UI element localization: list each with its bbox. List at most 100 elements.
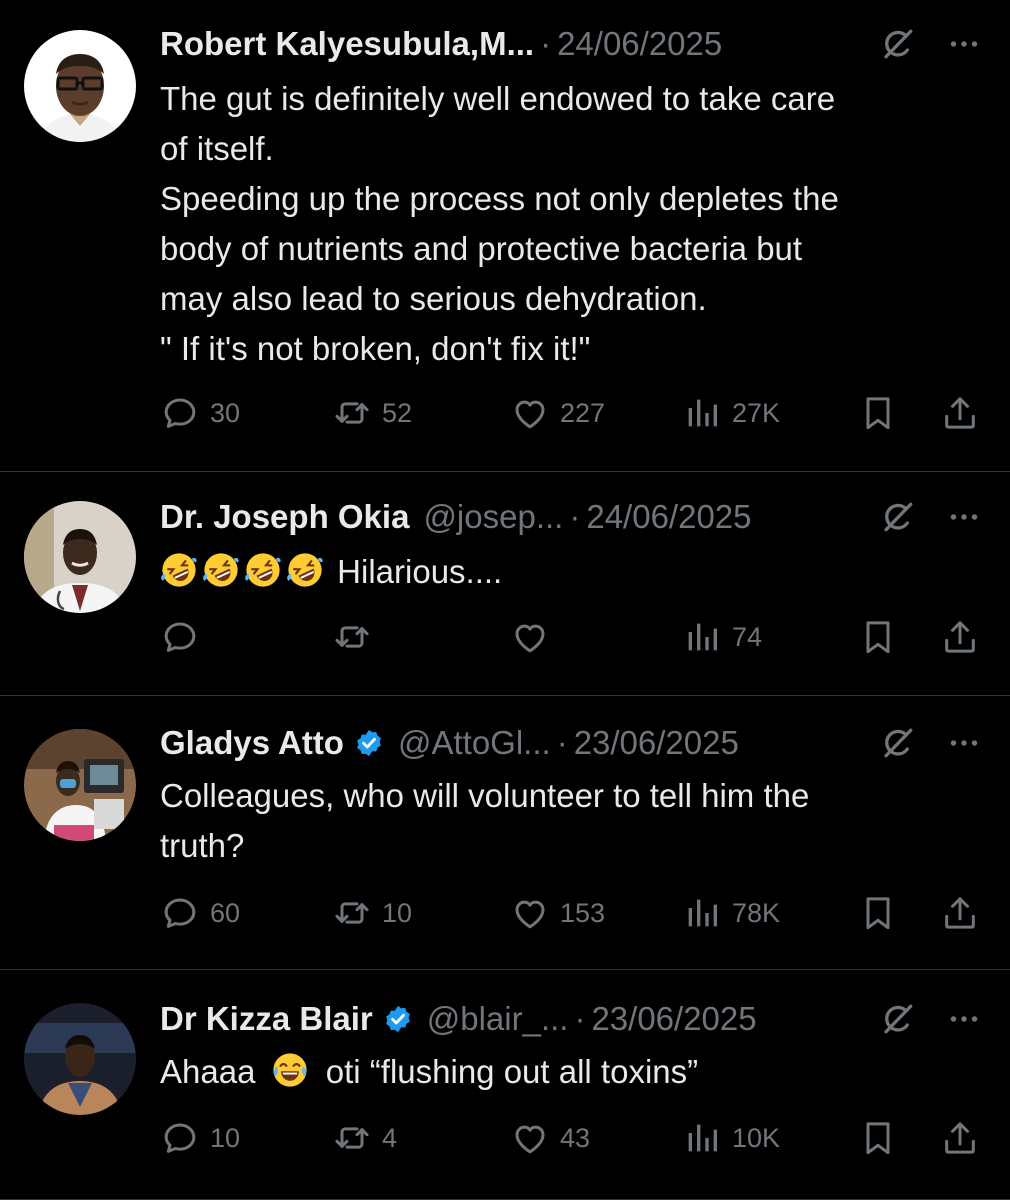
handle[interactable]: @AttoGl... [398,724,551,762]
more-options-icon[interactable] [946,1001,982,1037]
reply-button[interactable] [160,612,200,662]
like-count: 43 [560,1122,591,1153]
tweet[interactable]: Robert Kalyesubula,M... · 24/06/2025 The… [0,0,1010,472]
bookmark-button[interactable] [858,388,898,438]
like-icon [510,1118,550,1158]
repost-count: 52 [382,397,413,428]
separator: · [569,498,581,535]
tweet[interactable]: Gladys Atto @AttoGl... · 23/06/2025 Coll… [0,695,1010,970]
tweet-text: Colleagues, who will volunteer to tell h… [160,771,980,871]
share-icon [940,1118,980,1158]
views-button[interactable]: 27K [682,388,780,438]
grok-icon[interactable] [880,26,916,62]
view-count: 10K [732,1122,781,1153]
tweet[interactable]: Dr. Joseph Okia @josep... · 24/06/2025 H… [0,471,1010,696]
timestamp[interactable]: 23/06/2025 [591,1000,756,1038]
avatar[interactable] [24,30,136,142]
like-button[interactable]: 43 [510,1113,590,1163]
tweet[interactable]: Dr Kizza Blair @blair_... · 23/06/2025 A… [0,969,1010,1200]
timestamp[interactable]: 23/06/2025 [574,724,739,762]
action-bar: 74 [160,612,990,662]
like-button[interactable] [510,612,550,662]
reply-button[interactable]: 60 [160,888,240,938]
share-button[interactable] [940,612,980,662]
grok-icon[interactable] [880,499,916,535]
bookmark-icon [858,393,898,433]
views-button[interactable]: 78K [682,888,780,938]
avatar[interactable] [24,501,136,613]
repost-button[interactable]: 52 [332,388,412,438]
share-icon [940,393,980,433]
bookmark-icon [858,893,898,933]
reply-count: 60 [210,897,241,928]
more-options-icon[interactable] [946,725,982,761]
header-icons [880,997,982,1041]
face-with-tears-of-joy-emoji-icon [271,1051,309,1089]
view-count: 27K [732,397,781,428]
tweet-header: Dr Kizza Blair @blair_... · 23/06/2025 [160,997,982,1041]
grok-icon[interactable] [880,725,916,761]
grok-icon[interactable] [880,1001,916,1037]
reply-button[interactable]: 10 [160,1113,240,1163]
reply-count: 10 [210,1122,241,1153]
handle[interactable]: @blair_... [427,1000,569,1038]
reply-icon [160,1118,200,1158]
separator: · [574,1000,586,1037]
display-name[interactable]: Dr. Joseph Okia [160,498,409,536]
header-icons [880,22,982,66]
repost-icon [332,393,372,433]
tweet-text: The gut is definitely well endowed to ta… [160,74,980,374]
repost-count: 10 [382,897,413,928]
share-button[interactable] [940,888,980,938]
avatar[interactable] [24,729,136,841]
reply-count: 30 [210,397,241,428]
like-count: 227 [560,397,606,428]
verified-badge-icon [383,1004,413,1034]
reply-icon [160,393,200,433]
text-line: Hilarious.... [160,547,980,597]
repost-button[interactable]: 4 [332,1113,397,1163]
display-name[interactable]: Dr Kizza Blair [160,1000,373,1038]
rolling-on-floor-laughing-emoji-icon [202,551,240,589]
display-name[interactable]: Robert Kalyesubula,M... [160,25,534,63]
display-name[interactable]: Gladys Atto [160,724,344,762]
views-icon [682,893,722,933]
text-line: Speeding up the process not only deplete… [160,180,839,217]
like-icon [510,393,550,433]
share-button[interactable] [940,1113,980,1163]
bookmark-button[interactable] [858,1113,898,1163]
timestamp[interactable]: 24/06/2025 [586,498,751,536]
share-button[interactable] [940,388,980,438]
action-bar: 30 52 227 27K [160,388,990,438]
rolling-on-floor-laughing-emoji-icon [286,551,324,589]
like-button[interactable]: 153 [510,888,605,938]
tweet-text: Hilarious.... [160,547,980,597]
more-options-icon[interactable] [946,499,982,535]
views-button[interactable]: 10K [682,1113,780,1163]
like-count: 153 [560,897,606,928]
separator: · [556,724,568,761]
like-button[interactable]: 227 [510,388,605,438]
repost-button[interactable] [332,612,372,662]
avatar[interactable] [24,1003,136,1115]
handle[interactable]: @josep... [423,498,563,536]
repost-icon [332,1118,372,1158]
reply-icon [160,617,200,657]
views-icon [682,393,722,433]
rolling-on-floor-laughing-emoji-icon [244,551,282,589]
tweet-header: Robert Kalyesubula,M... · 24/06/2025 [160,22,982,66]
text-line: truth? [160,827,245,864]
text-line: Colleagues, who will volunteer to tell h… [160,777,810,814]
bookmark-button[interactable] [858,888,898,938]
reply-button[interactable]: 30 [160,388,240,438]
like-icon [510,617,550,657]
repost-button[interactable]: 10 [332,888,412,938]
tweet-text-content: Ahaaa [160,1053,256,1090]
bookmark-button[interactable] [858,612,898,662]
view-count: 74 [732,621,763,652]
timestamp[interactable]: 24/06/2025 [557,25,722,63]
share-icon [940,893,980,933]
more-options-icon[interactable] [946,26,982,62]
repost-count: 4 [382,1122,398,1153]
views-button[interactable]: 74 [682,612,762,662]
